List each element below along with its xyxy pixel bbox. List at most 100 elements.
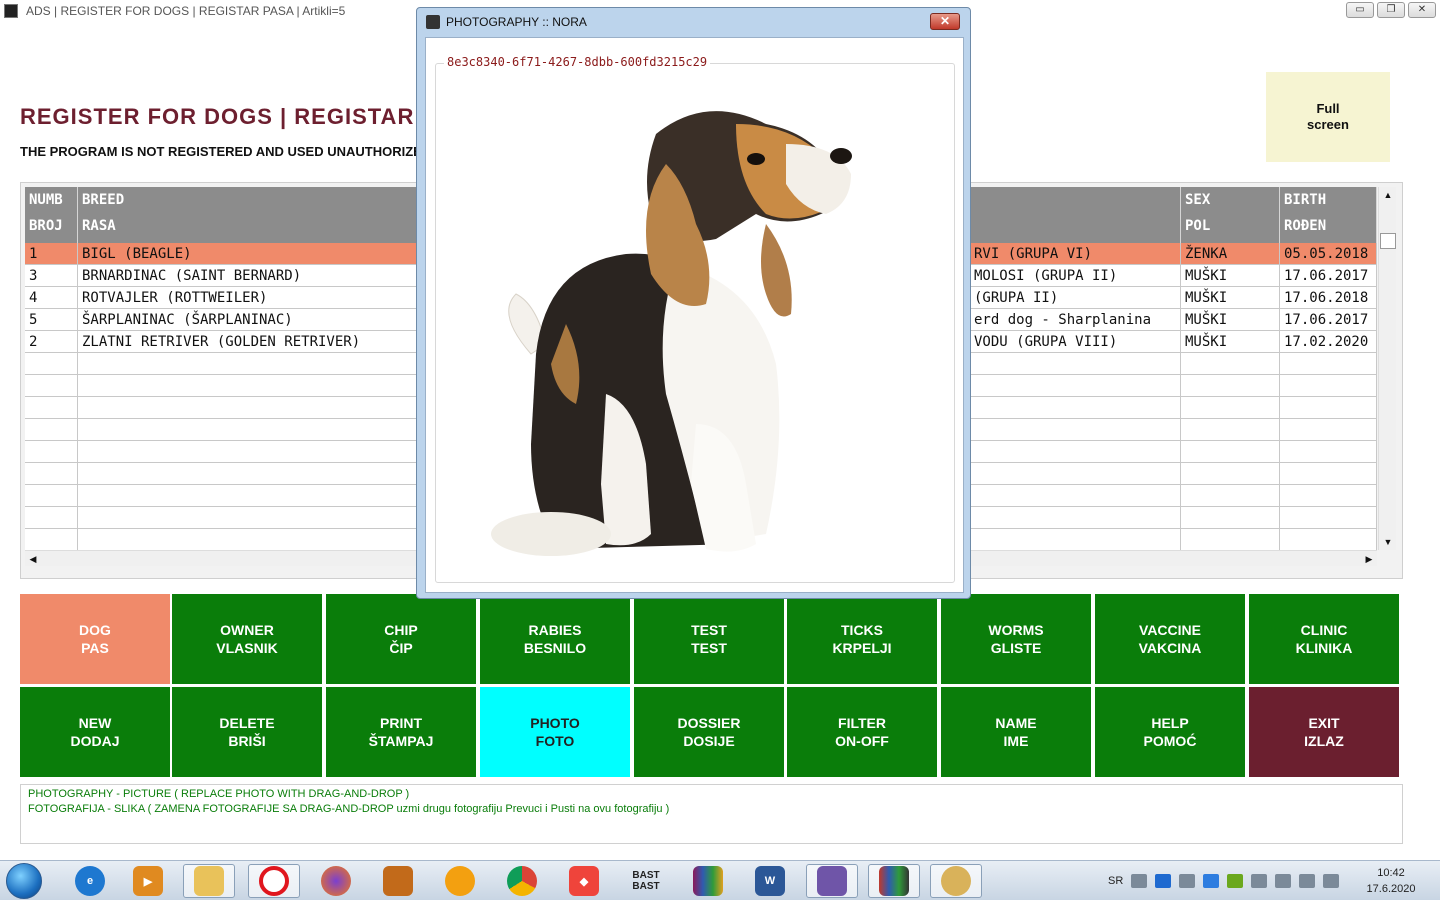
table-cell-sex[interactable]: ŽENKA [1181, 243, 1280, 265]
table-cell-sex[interactable] [1181, 441, 1280, 463]
column-header-sex[interactable]: SEX POL [1181, 187, 1280, 243]
volume-icon[interactable] [1323, 874, 1340, 888]
table-cell-sex[interactable] [1181, 353, 1280, 375]
bluetooth-icon[interactable] [1155, 874, 1172, 888]
table-cell-birth[interactable] [1280, 419, 1377, 441]
vlc-icon[interactable] [434, 864, 486, 898]
test-button[interactable]: TEST TEST [634, 594, 784, 684]
table-cell-group[interactable] [970, 529, 1181, 550]
worms-button[interactable]: WORMS GLISTE [941, 594, 1091, 684]
table-cell-group[interactable] [970, 441, 1181, 463]
column-header-number[interactable]: NUMB BROJ [25, 187, 78, 243]
vertical-scrollbar[interactable]: ▲ ▼ [1378, 187, 1396, 550]
internet-explorer-icon[interactable]: e [64, 864, 116, 898]
table-cell-group[interactable] [970, 463, 1181, 485]
table-cell-birth[interactable] [1280, 353, 1377, 375]
scroll-left-icon[interactable]: ◀ [25, 551, 41, 567]
table-cell-num[interactable]: 5 [25, 309, 78, 331]
table-cell-num[interactable] [25, 419, 78, 441]
file-explorer-icon[interactable] [183, 864, 235, 898]
table-cell-group[interactable]: MOLOSI (GRUPA II) [970, 265, 1181, 287]
table-cell-num[interactable] [25, 441, 78, 463]
language-indicator[interactable]: SR [1108, 875, 1123, 887]
bast-icon[interactable]: BAST BAST [620, 864, 672, 898]
opera-icon[interactable] [248, 864, 300, 898]
owner-button[interactable]: OWNER VLASNIK [172, 594, 322, 684]
photo-button[interactable]: PHOTO FOTO [480, 687, 630, 777]
dog-button[interactable]: DOG PAS [20, 594, 170, 684]
table-cell-group[interactable] [970, 397, 1181, 419]
rabies-button[interactable]: RABIES BESNILO [480, 594, 630, 684]
chip-button[interactable]: CHIP ČIP [326, 594, 476, 684]
fullscreen-button[interactable]: Full screen [1266, 72, 1390, 162]
table-cell-sex[interactable] [1181, 463, 1280, 485]
table-cell-birth[interactable] [1280, 397, 1377, 419]
help-button[interactable]: HELP POMOĆ [1095, 687, 1245, 777]
table-cell-num[interactable] [25, 507, 78, 529]
table-cell-group[interactable] [970, 507, 1181, 529]
table-cell-num[interactable] [25, 463, 78, 485]
action-center-icon[interactable] [1275, 874, 1292, 888]
column-header-birth[interactable]: BIRTH ROĐEN [1280, 187, 1377, 243]
table-cell-birth[interactable]: 17.06.2017 [1280, 309, 1377, 331]
table-cell-birth[interactable]: 17.02.2020 [1280, 331, 1377, 353]
nvidia-icon[interactable] [1227, 874, 1244, 888]
table-cell-group[interactable] [970, 419, 1181, 441]
table-cell-group[interactable]: erd dog - Sharplanina [970, 309, 1181, 331]
dossier-button[interactable]: DOSSIER DOSIJE [634, 687, 784, 777]
table-cell-birth[interactable] [1280, 529, 1377, 550]
table-cell-num[interactable] [25, 353, 78, 375]
dropbox-icon[interactable] [1203, 874, 1220, 888]
word-icon[interactable]: W [744, 864, 796, 898]
scroll-thumb[interactable] [1380, 233, 1396, 249]
display-icon[interactable] [1299, 874, 1316, 888]
table-cell-sex[interactable] [1181, 419, 1280, 441]
table-cell-num[interactable]: 2 [25, 331, 78, 353]
table-cell-sex[interactable] [1181, 507, 1280, 529]
table-cell-num[interactable]: 3 [25, 265, 78, 287]
start-button[interactable] [6, 863, 42, 899]
table-cell-num[interactable] [25, 485, 78, 507]
table-cell-birth[interactable]: 17.06.2018 [1280, 287, 1377, 309]
table-cell-sex[interactable]: MUŠKI [1181, 265, 1280, 287]
table-cell-birth[interactable] [1280, 441, 1377, 463]
table-cell-group[interactable] [970, 375, 1181, 397]
table-cell-num[interactable] [25, 375, 78, 397]
clinic-button[interactable]: CLINIC KLINIKA [1249, 594, 1399, 684]
table-cell-group[interactable] [970, 353, 1181, 375]
table-cell-sex[interactable]: MUŠKI [1181, 309, 1280, 331]
close-button[interactable]: ✕ [1408, 2, 1436, 18]
table-cell-num[interactable] [25, 529, 78, 550]
register-app-icon[interactable] [868, 864, 920, 898]
table-cell-group[interactable]: (GRUPA II) [970, 287, 1181, 309]
delete-button[interactable]: DELETE BRIŠI [172, 687, 322, 777]
ticks-button[interactable]: TICKS KRPELJI [787, 594, 937, 684]
minimize-button[interactable]: ▭ [1346, 2, 1374, 18]
new-button[interactable]: NEW DODAJ [20, 687, 170, 777]
dog-photo[interactable] [436, 64, 956, 584]
vaccine-button[interactable]: VACCINE VAKCINA [1095, 594, 1245, 684]
table-cell-sex[interactable] [1181, 397, 1280, 419]
print-button[interactable]: PRINT ŠTAMPAJ [326, 687, 476, 777]
network-icon[interactable] [1251, 874, 1268, 888]
anydesk-icon[interactable]: ◆ [558, 864, 610, 898]
winrar-icon[interactable] [682, 864, 734, 898]
table-cell-group[interactable] [970, 485, 1181, 507]
scroll-up-icon[interactable]: ▲ [1379, 187, 1397, 203]
filter-button[interactable]: FILTER ON-OFF [787, 687, 937, 777]
table-cell-sex[interactable] [1181, 485, 1280, 507]
toolbox-icon[interactable] [372, 864, 424, 898]
maximize-button[interactable]: ❐ [1377, 2, 1405, 18]
table-cell-birth[interactable] [1280, 507, 1377, 529]
table-cell-sex[interactable]: MUŠKI [1181, 287, 1280, 309]
table-cell-birth[interactable]: 05.05.2018 [1280, 243, 1377, 265]
table-cell-birth[interactable] [1280, 375, 1377, 397]
table-cell-sex[interactable]: MUŠKI [1181, 331, 1280, 353]
table-cell-group[interactable]: RVI (GRUPA VI) [970, 243, 1181, 265]
table-cell-num[interactable]: 4 [25, 287, 78, 309]
notepad-icon[interactable] [806, 864, 858, 898]
keyboard-icon[interactable] [1131, 874, 1148, 888]
tray-app-icon[interactable] [1179, 874, 1196, 888]
table-cell-sex[interactable] [1181, 375, 1280, 397]
name-button[interactable]: NAME IME [941, 687, 1091, 777]
